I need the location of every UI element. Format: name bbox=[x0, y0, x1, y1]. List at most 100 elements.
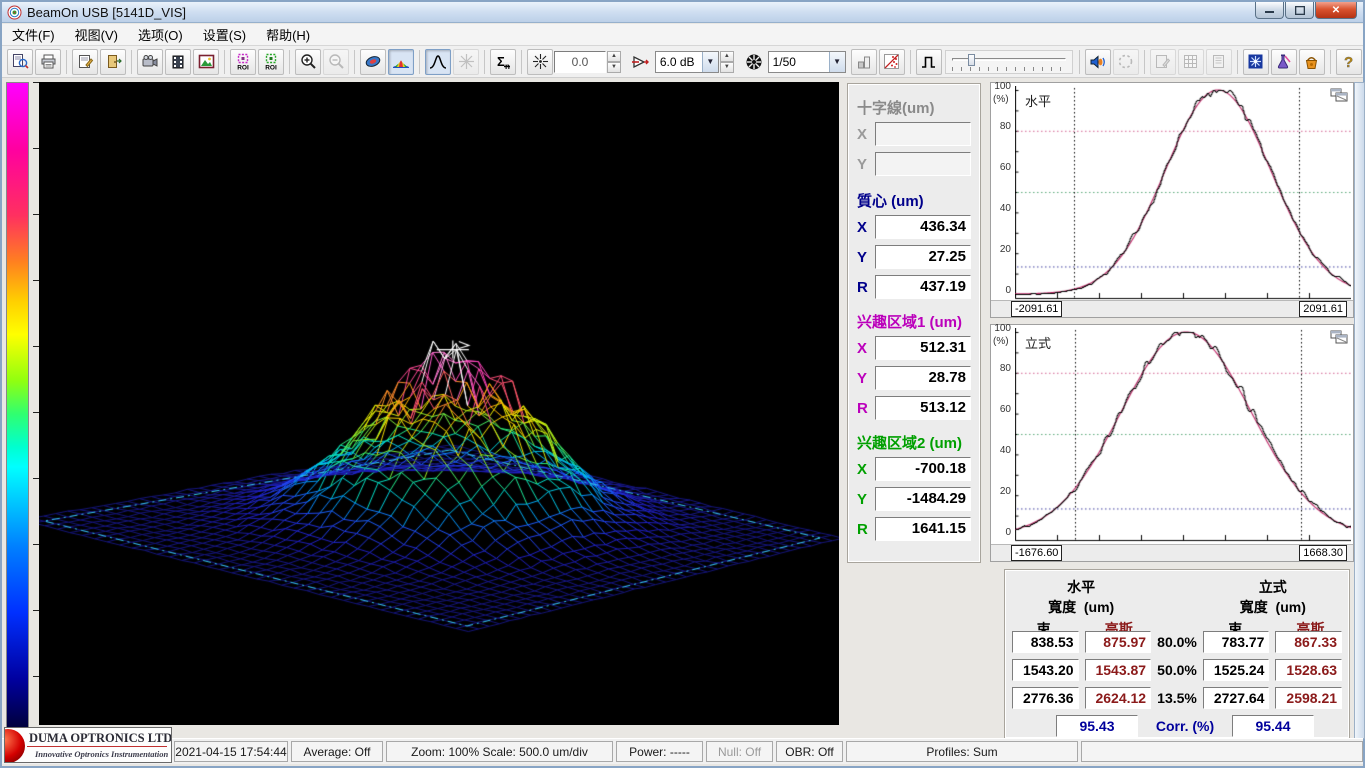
menu-options[interactable]: 选项(O) bbox=[128, 23, 193, 46]
pulse-mode-button[interactable] bbox=[916, 49, 942, 75]
exit-door-button[interactable] bbox=[100, 49, 126, 75]
corr-horizontal: 95.43 bbox=[1056, 715, 1138, 737]
roi1-y-label: Y bbox=[857, 370, 875, 387]
gain-spinner[interactable]: ▲▼ bbox=[720, 51, 734, 73]
vertical-profile-canvas[interactable] bbox=[1015, 328, 1351, 542]
menu-view[interactable]: 视图(V) bbox=[65, 23, 128, 46]
report-button[interactable] bbox=[72, 49, 98, 75]
logo-sphere-icon bbox=[4, 729, 25, 763]
roi2-y-label: Y bbox=[857, 491, 875, 508]
ytick-40: 40 bbox=[991, 445, 1011, 456]
width-table: 水平 寬度 (um) 束高斯 立式 寬度 (um) 束高斯 838.53 875… bbox=[1005, 570, 1349, 738]
film-strip-button[interactable] bbox=[165, 49, 191, 75]
ytick-60: 60 bbox=[991, 162, 1011, 173]
menu-file[interactable]: 文件(F) bbox=[2, 23, 65, 46]
right-scroll-strip[interactable] bbox=[1354, 82, 1365, 739]
horizontal-profile-canvas[interactable] bbox=[1015, 86, 1351, 300]
status-average: Average: Off bbox=[291, 741, 383, 762]
ytick-0: 0 bbox=[991, 285, 1011, 296]
minimize-button[interactable] bbox=[1255, 2, 1284, 19]
svg-text:?: ? bbox=[1344, 54, 1353, 70]
gaussian-fit-button[interactable] bbox=[425, 49, 451, 75]
zoom-in-button[interactable] bbox=[295, 49, 321, 75]
help-button[interactable]: ? bbox=[1336, 49, 1362, 75]
image-button[interactable] bbox=[193, 49, 219, 75]
exposure-slider[interactable] bbox=[945, 50, 1073, 74]
roi-1-magenta-button[interactable]: ROI bbox=[230, 49, 256, 75]
histogram-button[interactable] bbox=[851, 49, 877, 75]
ytick-80: 80 bbox=[991, 363, 1011, 374]
pattern-test-button[interactable] bbox=[1243, 49, 1269, 75]
svg-text:Σ: Σ bbox=[497, 54, 505, 69]
beam-3d-plot[interactable] bbox=[39, 82, 839, 725]
corr-label: Corr. (%) bbox=[1138, 718, 1232, 734]
gain-select[interactable]: 6.0 dB▼ bbox=[655, 51, 719, 73]
intensity-colorbar bbox=[6, 82, 29, 746]
crosshair-y-field[interactable] bbox=[875, 152, 971, 176]
horizontal-x-axis-strip: -2091.61 2091.61 bbox=[991, 300, 1353, 317]
laser-spot-button[interactable] bbox=[527, 49, 553, 75]
surface-3d-view-button[interactable] bbox=[388, 49, 414, 75]
close-button[interactable]: ✕ bbox=[1315, 2, 1357, 19]
slider-handle[interactable] bbox=[968, 54, 975, 66]
menu-help[interactable]: 帮助(H) bbox=[256, 23, 320, 46]
centroid-r-value: 437.19 bbox=[875, 275, 971, 299]
v-gauss-80: 867.33 bbox=[1275, 631, 1342, 653]
menu-settings[interactable]: 设置(S) bbox=[193, 23, 256, 46]
offset-spinner[interactable]: ▲▼ bbox=[607, 51, 621, 73]
ytick-100: 100 bbox=[991, 81, 1011, 92]
profiles-cross-button[interactable] bbox=[453, 49, 479, 75]
ytick-20: 20 bbox=[991, 486, 1011, 497]
width-unit: (um) bbox=[1276, 599, 1306, 615]
video-camera-button[interactable] bbox=[137, 49, 163, 75]
ytick-20: 20 bbox=[991, 244, 1011, 255]
offset-field[interactable]: 0.0 bbox=[554, 51, 606, 73]
ellipse-2d-view-button[interactable] bbox=[360, 49, 386, 75]
width-label: 寬度 bbox=[1048, 599, 1076, 615]
frame-divider-select[interactable]: 1/50▼ bbox=[768, 51, 846, 73]
script-log-button[interactable] bbox=[1206, 49, 1232, 75]
measurement-panel: 十字線(um) X Y 質心 (um) X436.34 Y27.25 R437.… bbox=[848, 84, 980, 562]
maximize-button[interactable] bbox=[1285, 2, 1314, 19]
roi2-x-label: X bbox=[857, 461, 875, 478]
fill-bucket-button[interactable] bbox=[1299, 49, 1325, 75]
colorbar-ticks bbox=[30, 82, 39, 746]
window-title: BeamOn USB [5141D_VIS] bbox=[27, 5, 186, 20]
width-row-50: 1543.20 1543.87 50.0% 1525.24 1528.63 bbox=[1012, 659, 1342, 681]
zoom-out-button[interactable] bbox=[323, 49, 349, 75]
ytick-60: 60 bbox=[991, 404, 1011, 415]
attenuation-button[interactable] bbox=[879, 49, 905, 75]
y-axis-unit: (%) bbox=[993, 336, 1009, 347]
ytick-40: 40 bbox=[991, 203, 1011, 214]
print-button[interactable] bbox=[35, 49, 61, 75]
centroid-y-label: Y bbox=[857, 249, 875, 266]
sound-button[interactable] bbox=[1085, 49, 1111, 75]
crosshair-x-field[interactable] bbox=[875, 122, 971, 146]
v-gauss-135: 2598.21 bbox=[1275, 687, 1342, 709]
marquee-selection-button[interactable] bbox=[1113, 49, 1139, 75]
roi1-y-value: 28.78 bbox=[875, 366, 971, 390]
horizontal-chart-label: 水平 bbox=[1025, 91, 1051, 110]
h-gauss-135: 2624.12 bbox=[1085, 687, 1152, 709]
status-profiles: Profiles: Sum bbox=[846, 741, 1078, 762]
status-power: Power: ----- bbox=[616, 741, 703, 762]
roi2-x-value: -700.18 bbox=[875, 457, 971, 481]
vertical-xmin: -1676.60 bbox=[1011, 545, 1062, 561]
company-name: DUMA OPTRONICS LTD. bbox=[29, 731, 172, 746]
open-file-button[interactable] bbox=[7, 49, 33, 75]
cascade-windows-icon[interactable] bbox=[1330, 330, 1348, 344]
h-beam-80: 838.53 bbox=[1012, 631, 1079, 653]
ytick-100: 100 bbox=[991, 323, 1011, 334]
company-logo: DUMA OPTRONICS LTD. Innovative Optronics… bbox=[4, 727, 172, 763]
vertical-chart-label: 立式 bbox=[1025, 333, 1051, 352]
status-obr: OBR: Off bbox=[776, 741, 843, 762]
roi-2-green-button[interactable]: ROI bbox=[258, 49, 284, 75]
cascade-windows-icon[interactable] bbox=[1330, 88, 1348, 102]
vert-width-title: 立式 bbox=[1198, 577, 1348, 597]
roi1-r-value: 513.12 bbox=[875, 396, 971, 420]
report-2-button[interactable] bbox=[1150, 49, 1176, 75]
sum-profiles-button[interactable]: Σn bbox=[490, 49, 516, 75]
grid-button[interactable] bbox=[1178, 49, 1204, 75]
calibration-flask-button[interactable] bbox=[1271, 49, 1297, 75]
v-beam-50: 1525.24 bbox=[1203, 659, 1270, 681]
